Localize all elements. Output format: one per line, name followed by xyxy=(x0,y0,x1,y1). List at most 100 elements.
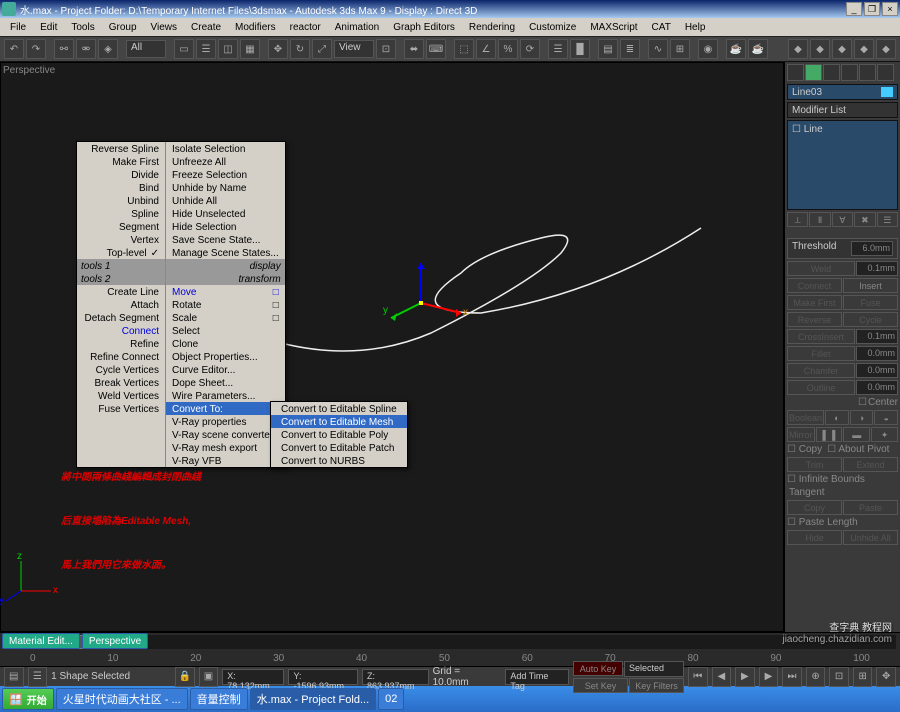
y-coord-field[interactable]: Y: -1596.93mm xyxy=(288,669,358,685)
outline-button[interactable]: Outline xyxy=(787,380,855,395)
close-button[interactable]: × xyxy=(882,2,898,16)
nav-btn3[interactable]: ⊞ xyxy=(853,667,873,687)
nav-btn1[interactable]: ⊕ xyxy=(806,667,826,687)
menu-modifiers[interactable]: Modifiers xyxy=(229,21,282,34)
goto-start-button[interactable]: ⏮ xyxy=(688,667,708,687)
hide-button[interactable]: Hide xyxy=(787,530,842,545)
transform-gizmo[interactable]: x y xyxy=(401,263,481,343)
ctx-top-level[interactable]: Top-level xyxy=(77,246,165,259)
ctx-isolate[interactable]: Isolate Selection xyxy=(166,142,285,155)
ctx-make-first[interactable]: Make First xyxy=(77,155,165,168)
manip-button[interactable]: ⬌ xyxy=(404,39,424,59)
sub-editable-patch[interactable]: Convert to Editable Patch xyxy=(271,441,407,454)
select-name-button[interactable]: ☰ xyxy=(196,39,216,59)
bool-union-icon[interactable]: ◐ xyxy=(825,410,849,425)
unique-button[interactable]: ∀ xyxy=(832,212,853,227)
connect-button[interactable]: Connect xyxy=(787,278,842,293)
paste-length-checkbox[interactable]: Paste Length xyxy=(799,517,858,528)
link-button[interactable]: ⚯ xyxy=(54,39,74,59)
pin-stack-button[interactable]: ⟂ xyxy=(787,212,808,227)
ctx-vray-vfb[interactable]: V-Ray VFB xyxy=(166,454,285,467)
reactor-btn2[interactable]: ◆ xyxy=(810,39,830,59)
tan-copy-button[interactable]: Copy xyxy=(787,500,842,515)
menu-tools[interactable]: Tools xyxy=(65,21,100,34)
window-crossing-button[interactable]: ▦ xyxy=(240,39,260,59)
add-time-tag[interactable]: Add Time Tag xyxy=(505,669,569,685)
reverse-button[interactable]: Reverse xyxy=(787,312,842,327)
ctx-curve-editor[interactable]: Curve Editor... xyxy=(166,363,285,376)
taskbar-item-folder[interactable]: 02 xyxy=(378,688,404,710)
schematic-button[interactable]: ⊞ xyxy=(670,39,690,59)
next-frame-button[interactable]: ▶ xyxy=(759,667,779,687)
ctx-detach-segment[interactable]: Detach Segment xyxy=(77,311,165,324)
viewport-perspective[interactable]: Perspective x y x z y 將中間兩條曲綫編輯成封閉曲綫 后直接… xyxy=(0,62,784,632)
script-listener-button[interactable]: ▤ xyxy=(4,667,24,687)
menu-animation[interactable]: Animation xyxy=(329,21,385,34)
ctx-scale[interactable]: Scale□ xyxy=(166,311,285,324)
undo-button[interactable]: ↶ xyxy=(4,39,24,59)
tab-utilities[interactable] xyxy=(877,64,894,81)
reactor-btn5[interactable]: ◆ xyxy=(876,39,896,59)
ctx-clone[interactable]: Clone xyxy=(166,337,285,350)
ctx-fuse-vertices[interactable]: Fuse Vertices xyxy=(77,402,165,415)
floater-perspective[interactable]: Perspective xyxy=(82,633,148,649)
show-end-button[interactable]: Ⅱ xyxy=(809,212,830,227)
minimize-button[interactable]: _ xyxy=(846,2,862,16)
ctx-rotate[interactable]: Rotate□ xyxy=(166,298,285,311)
ctx-hide-unsel[interactable]: Hide Unselected xyxy=(166,207,285,220)
quick-render-button[interactable]: ☕ xyxy=(748,39,768,59)
ctx-convert-to[interactable]: Convert To: xyxy=(166,402,285,415)
move-button[interactable]: ✥ xyxy=(268,39,288,59)
rotate-button[interactable]: ↻ xyxy=(290,39,310,59)
remove-mod-button[interactable]: ✖ xyxy=(854,212,875,227)
named-sel-button[interactable]: ☰ xyxy=(548,39,568,59)
ctx-segment[interactable]: Segment xyxy=(77,220,165,233)
outline-spinner[interactable]: 0.0mm xyxy=(856,380,898,395)
autokey-button[interactable]: Auto Key xyxy=(573,661,623,676)
tab-motion[interactable] xyxy=(841,64,858,81)
sub-editable-poly[interactable]: Convert to Editable Poly xyxy=(271,428,407,441)
cycle-button[interactable]: Cycle xyxy=(843,312,898,327)
redo-button[interactable]: ↷ xyxy=(26,39,46,59)
ctx-spline[interactable]: Spline xyxy=(77,207,165,220)
ctx-hide-sel[interactable]: Hide Selection xyxy=(166,220,285,233)
modifier-stack[interactable]: ☐ Line xyxy=(787,120,898,210)
fillet-button[interactable]: Fillet xyxy=(787,346,855,361)
percent-snap-button[interactable]: % xyxy=(498,39,518,59)
pivot-button[interactable]: ⊡ xyxy=(376,39,396,59)
bind-button[interactable]: ◈ xyxy=(98,39,118,59)
mirror-both-icon[interactable]: ✦ xyxy=(871,427,898,442)
fuse-button[interactable]: Fuse xyxy=(843,295,898,310)
ctx-divide[interactable]: Divide xyxy=(77,168,165,181)
unlink-button[interactable]: ⚮ xyxy=(76,39,96,59)
ctx-unhide-name[interactable]: Unhide by Name xyxy=(166,181,285,194)
ctx-dope-sheet[interactable]: Dope Sheet... xyxy=(166,376,285,389)
ctx-unhide-all[interactable]: Unhide All xyxy=(166,194,285,207)
select-region-button[interactable]: ◫ xyxy=(218,39,238,59)
ctx-unbind[interactable]: Unbind xyxy=(77,194,165,207)
crossinsert-button[interactable]: CrossInsert xyxy=(787,329,855,344)
layers-button[interactable]: ≣ xyxy=(620,39,640,59)
spinner-snap-button[interactable]: ⟳ xyxy=(520,39,540,59)
ctx-vray-props[interactable]: V-Ray properties xyxy=(166,415,285,428)
ctx-reverse-spline[interactable]: Reverse Spline xyxy=(77,142,165,155)
ctx-create-line[interactable]: Create Line xyxy=(77,285,165,298)
menu-reactor[interactable]: reactor xyxy=(284,21,327,34)
taskbar-item-3dsmax[interactable]: 水.max - Project Fold... xyxy=(250,688,376,710)
menu-edit[interactable]: Edit xyxy=(34,21,63,34)
ctx-move[interactable]: Move□ xyxy=(166,285,285,298)
reactor-btn3[interactable]: ◆ xyxy=(832,39,852,59)
center-checkbox[interactable]: Center xyxy=(868,397,898,408)
prev-frame-button[interactable]: ◀ xyxy=(712,667,732,687)
ctx-vray-scene[interactable]: V-Ray scene converter xyxy=(166,428,285,441)
menu-file[interactable]: File xyxy=(4,21,32,34)
bool-sub-icon[interactable]: ◑ xyxy=(850,410,874,425)
align-button[interactable]: ▤ xyxy=(598,39,618,59)
menu-views[interactable]: Views xyxy=(145,21,184,34)
bool-int-icon[interactable]: ◒ xyxy=(874,410,898,425)
nav-btn4[interactable]: ✥ xyxy=(876,667,896,687)
sub-editable-spline[interactable]: Convert to Editable Spline xyxy=(271,402,407,415)
sub-nurbs[interactable]: Convert to NURBS xyxy=(271,454,407,467)
unhide-all-button[interactable]: Unhide All xyxy=(843,530,898,545)
weld-button[interactable]: Weld xyxy=(787,261,855,276)
